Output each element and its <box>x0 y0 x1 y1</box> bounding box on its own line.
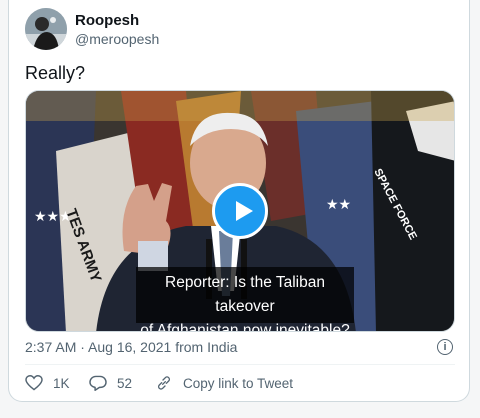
play-icon <box>236 201 253 221</box>
copy-link-label: Copy link to Tweet <box>183 375 294 391</box>
heart-icon <box>25 375 43 391</box>
caption-line-1: Reporter: Is the Taliban takeover <box>165 274 325 315</box>
divider <box>25 364 455 365</box>
svg-text:★★: ★★ <box>326 197 351 213</box>
tweet-timestamp[interactable]: 2:37 AM · Aug 16, 2021 from India <box>25 339 237 355</box>
caption-line-2: of Afghanistan now inevitable? <box>140 322 350 332</box>
video-caption: Reporter: Is the Taliban takeover of Afg… <box>136 267 354 331</box>
tweet-text: Really? <box>25 63 86 83</box>
user-handle[interactable]: @meroopesh <box>75 31 159 47</box>
like-count: 1K <box>53 375 70 391</box>
play-button[interactable] <box>212 183 268 239</box>
avatar[interactable] <box>25 8 67 50</box>
user-name[interactable]: Roopesh <box>75 12 139 29</box>
reply-count: 52 <box>117 375 133 391</box>
info-icon[interactable]: i <box>437 339 453 355</box>
reply-button[interactable]: 52 <box>89 373 132 393</box>
tweet-card[interactable]: Roopesh @meroopesh Really? ★★★ ★★ TES AR… <box>8 0 470 402</box>
video-thumbnail[interactable]: ★★★ ★★ TES ARMY SPACE FORCE Reporter: Is… <box>25 90 455 332</box>
link-icon <box>158 376 170 390</box>
like-button[interactable]: 1K <box>25 373 70 393</box>
copy-link-button[interactable]: Copy link to Tweet <box>155 373 293 393</box>
reply-icon <box>89 375 107 391</box>
